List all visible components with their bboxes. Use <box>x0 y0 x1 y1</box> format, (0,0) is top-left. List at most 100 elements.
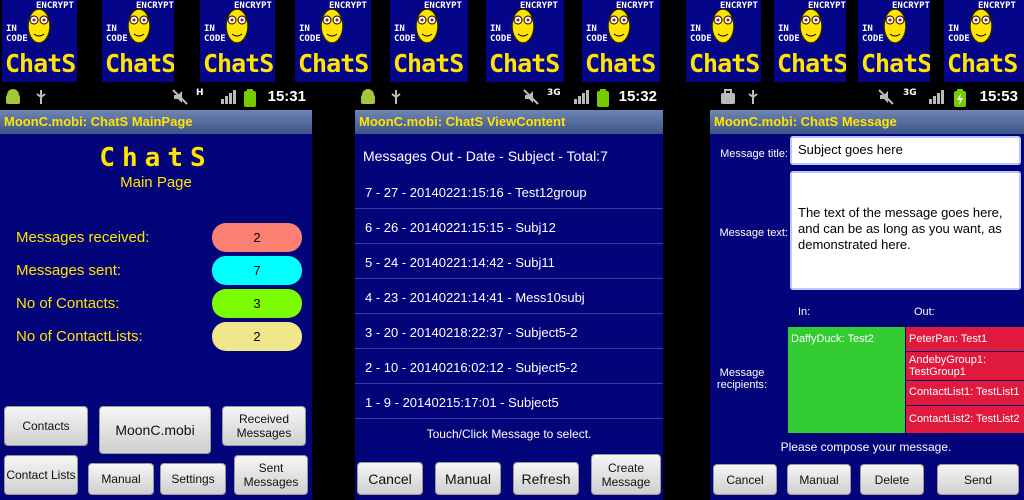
message-list-item[interactable]: 3 - 20 - 20140218:22:37 - Subject5-2 <box>355 315 663 349</box>
chats-logo-tile: ENCRYPT IN CODE ChatS <box>944 0 1024 82</box>
network-3g-icon: 3G <box>903 88 917 98</box>
usb-icon <box>389 89 403 109</box>
logo-in-code-text: IN CODE <box>106 24 128 44</box>
screenshot-collage: ENCRYPT IN CODE ChatS ENCRYPT IN CODE ChatS ENCR… <box>0 0 1024 500</box>
manual-button[interactable]: Manual <box>787 464 851 495</box>
logo-encrypt-text: ENCRYPT <box>978 1 1016 11</box>
logo-encrypt-text: ENCRYPT <box>892 1 930 11</box>
recipient-out-1[interactable]: AndebyGroup1: TestGroup1 <box>906 352 1024 380</box>
messages-received-count: 2 <box>212 223 302 252</box>
logo-encrypt-text: ENCRYPT <box>36 1 74 11</box>
message-list-item[interactable]: 1 - 9 - 20140215:17:01 - Subject5 <box>355 385 663 419</box>
message-text-input[interactable]: The text of the message goes here, and c… <box>790 171 1021 290</box>
messages-out-header: Messages Out - Date - Subject - Total:7 <box>363 148 608 164</box>
network-h-icon: H <box>196 88 204 98</box>
contacts-button[interactable]: Contacts <box>4 406 88 446</box>
chats-logo-tile: ENCRYPT IN CODE ChatS <box>486 0 564 82</box>
app-name-heading: ChatS <box>99 143 213 173</box>
signal-icon <box>573 89 589 109</box>
contact-lists-button[interactable]: Contact Lists <box>4 455 78 495</box>
recipient-out-2[interactable]: ContactList1: TestList1 <box>906 381 1024 405</box>
send-button[interactable]: Send <box>937 464 1019 495</box>
manual-button[interactable]: Manual <box>88 463 154 495</box>
messages-sent-count: 7 <box>212 256 302 285</box>
message-title-input[interactable]: Subject goes here <box>790 136 1021 165</box>
refresh-button[interactable]: Refresh <box>513 462 579 495</box>
logo-in-code-text: IN CODE <box>862 24 884 44</box>
message-recipients-label: Message recipients: <box>716 367 768 391</box>
received-messages-button[interactable]: Received Messages <box>222 406 306 446</box>
logo-in-code-text: IN CODE <box>299 24 321 44</box>
clock: 15:32 <box>618 88 657 105</box>
logo-chats-text: ChatS <box>489 49 560 78</box>
logo-encrypt-text: ENCRYPT <box>808 1 846 11</box>
create-message-button[interactable]: Create Message <box>591 454 661 495</box>
recipient-in-0[interactable]: DaffyDuck: Test2 <box>788 327 905 351</box>
android-debug-icon <box>359 89 377 109</box>
logo-in-code-text: IN CODE <box>948 24 970 44</box>
app-title-bar: MoonC.mobi: ChatS ViewContent <box>355 110 663 134</box>
phone-message: 3G 15:53 MoonC.mobi: ChatS Message Messa… <box>710 85 1024 500</box>
clock: 15:31 <box>267 88 306 105</box>
logo-encrypt-text: ENCRYPT <box>234 1 272 11</box>
chats-logo-tile: ENCRYPT IN CODE ChatS <box>686 0 761 82</box>
settings-button[interactable]: Settings <box>160 463 226 495</box>
logo-chats-text: ChatS <box>5 49 76 78</box>
logo-in-code-text: IN CODE <box>586 24 608 44</box>
logo-in-code-text: IN CODE <box>204 24 226 44</box>
battery-charging-icon <box>954 89 966 111</box>
contact-lists-count: 2 <box>212 322 302 351</box>
usb-icon <box>34 89 48 109</box>
logo-in-code-text: IN CODE <box>6 24 28 44</box>
logo-encrypt-text: ENCRYPT <box>616 1 654 11</box>
logo-encrypt-text: ENCRYPT <box>720 1 758 11</box>
message-list-item[interactable]: 7 - 27 - 20140221:15:16 - Test12group <box>355 175 663 209</box>
message-title-label: Message title: <box>720 148 788 160</box>
compose-hint: Please compose your message. <box>780 440 952 454</box>
logo-encrypt-text: ENCRYPT <box>520 1 558 11</box>
phone-view-content: 3G 15:32 MoonC.mobi: ChatS ViewContent M… <box>355 85 663 500</box>
network-3g-icon: 3G <box>547 88 561 98</box>
logo-chats-text: ChatS <box>861 49 930 78</box>
chats-logo-tile: ENCRYPT IN CODE ChatS <box>2 0 77 82</box>
mute-icon <box>878 89 894 109</box>
contact-lists-count-label: No of ContactLists: <box>16 328 143 345</box>
sent-messages-button[interactable]: Sent Messages <box>234 455 308 495</box>
logo-chats-text: ChatS <box>689 49 760 78</box>
chats-logo-tile: ENCRYPT IN CODE ChatS <box>390 0 468 82</box>
chats-logo-tile: ENCRYPT IN CODE ChatS <box>102 0 174 82</box>
cancel-button[interactable]: Cancel <box>357 462 423 495</box>
logo-in-code-text: IN CODE <box>394 24 416 44</box>
out-column-header: Out: <box>914 306 935 318</box>
delete-button[interactable]: Delete <box>860 464 924 495</box>
manual-button[interactable]: Manual <box>435 462 501 495</box>
contacts-count-label: No of Contacts: <box>16 295 120 312</box>
chats-logo-tile: ENCRYPT IN CODE ChatS <box>200 0 275 82</box>
recipient-out-0[interactable]: PeterPan: Test1 <box>906 327 1024 351</box>
page-subtitle: Main Page <box>120 174 192 191</box>
phone-main-page: H 15:31 MoonC.mobi: ChatS MainPage ChatS… <box>0 85 312 500</box>
moonc-mobi-button[interactable]: MoonC.mobi <box>99 406 211 454</box>
chats-logo-tile: ENCRYPT IN CODE ChatS <box>858 0 930 82</box>
clock: 15:53 <box>979 88 1018 105</box>
logo-chats-text: ChatS <box>105 49 174 78</box>
usb-icon <box>746 89 760 109</box>
messages-received-label: Messages received: <box>16 229 150 246</box>
recipient-out-3[interactable]: ContactList2: TestList2 <box>906 406 1024 433</box>
in-column-header: In: <box>798 306 811 318</box>
message-list-item[interactable]: 4 - 23 - 20140221:14:41 - Mess10subj <box>355 280 663 314</box>
signal-icon <box>220 89 236 109</box>
logo-encrypt-text: ENCRYPT <box>424 1 462 11</box>
chats-logo-tile: ENCRYPT IN CODE ChatS <box>295 0 371 82</box>
message-list-item[interactable]: 5 - 24 - 20140221:14:42 - Subj11 <box>355 245 663 279</box>
mute-icon <box>523 89 539 109</box>
message-list-item[interactable]: 2 - 10 - 20140216:02:12 - Subject5-2 <box>355 350 663 384</box>
message-list-item[interactable]: 6 - 26 - 20140221:15:15 - Subj12 <box>355 210 663 244</box>
cancel-button[interactable]: Cancel <box>713 464 777 495</box>
message-text-label: Message text: <box>719 227 788 239</box>
logo-in-code-text: IN CODE <box>778 24 800 44</box>
logo-chats-text: ChatS <box>393 49 464 78</box>
messages-sent-label: Messages sent: <box>16 262 122 279</box>
logo-encrypt-text: ENCRYPT <box>136 1 174 11</box>
logo-encrypt-text: ENCRYPT <box>329 1 367 11</box>
